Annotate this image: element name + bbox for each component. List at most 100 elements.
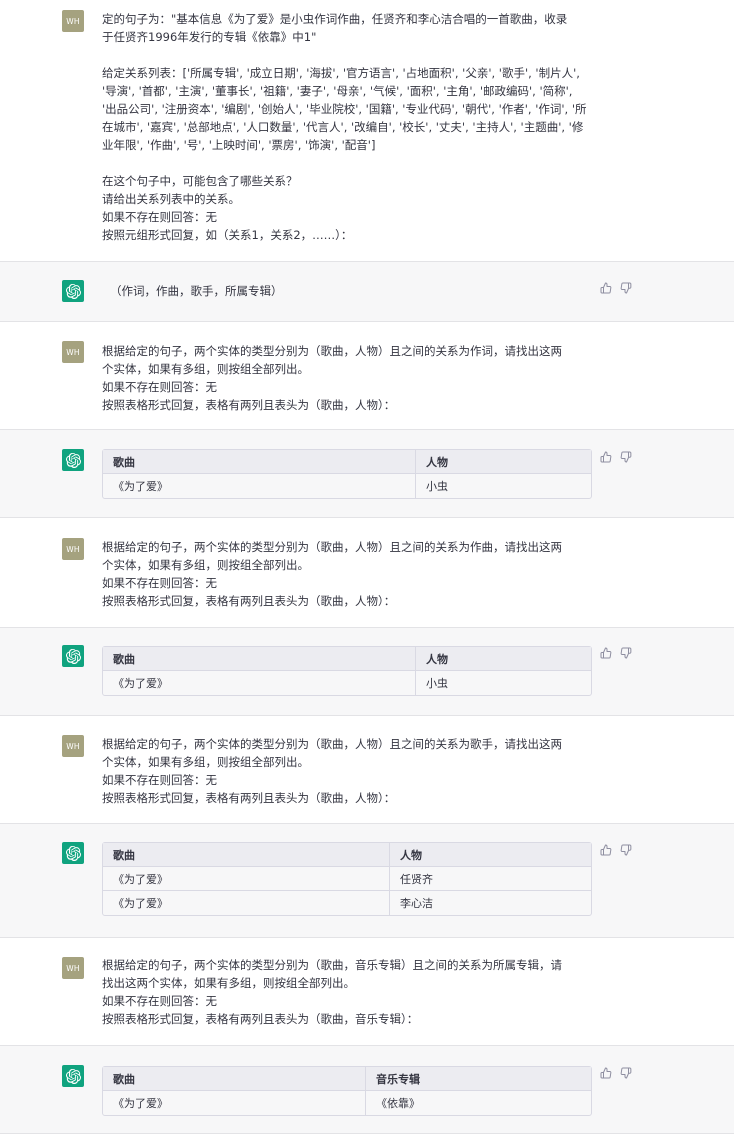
thumbs-up-icon[interactable] — [600, 844, 612, 858]
user-avatar: WH — [62, 957, 84, 979]
message-line: '出品公司', '注册资本', '编剧', '创始人', '毕业院校', '国籍… — [102, 102, 587, 116]
thumbs-down-icon[interactable] — [620, 451, 632, 465]
message-line: 按照元组形式回复，如（关系1，关系2，……）： — [102, 228, 353, 242]
table-header-cell: 歌曲 — [103, 843, 389, 867]
user-message-text: 根据给定的句子，两个实体的类型分别为（歌曲，人物）且之间的关系为作词，请找出这两… — [102, 342, 594, 414]
table-row: 《为了爱》 小虫 — [103, 671, 591, 695]
feedback-actions — [600, 647, 636, 661]
message-line: 按照表格形式回复，表格有两列且表头为（歌曲，音乐专辑）： — [102, 1012, 419, 1026]
table-row: 《为了爱》 小虫 — [103, 474, 591, 498]
table-header-cell: 音乐专辑 — [365, 1067, 591, 1091]
message-line: 个实体，如果有多组，则按组全部列出。 — [102, 558, 309, 572]
table-header-cell: 人物 — [415, 647, 591, 671]
thumbs-up-icon[interactable] — [600, 1067, 612, 1081]
feedback-actions — [600, 1067, 636, 1081]
message-line: 业年限', '作曲', '号', '上映时间', '票房', '饰演', '配音… — [102, 138, 376, 152]
message-line: 如果不存在则回答：无 — [102, 576, 217, 590]
table-cell: 《为了爱》 — [103, 867, 389, 891]
message-line: 如果不存在则回答：无 — [102, 994, 217, 1008]
openai-logo-icon — [62, 1065, 84, 1087]
result-table: 歌曲 人物《为了爱》 小虫 — [102, 646, 592, 696]
table-row: 《为了爱》 李心洁 — [103, 891, 591, 915]
thumbs-up-icon[interactable] — [600, 647, 612, 661]
feedback-actions — [600, 282, 636, 296]
table-header-cell: 人物 — [415, 450, 591, 474]
feedback-actions — [600, 844, 636, 858]
table-header-cell: 歌曲 — [103, 1067, 365, 1091]
user-avatar: WH — [62, 538, 84, 560]
result-table: 歌曲 音乐专辑《为了爱》 《依靠》 — [102, 1066, 592, 1116]
table-cell: 《为了爱》 — [113, 897, 168, 910]
table-cell: 小虫 — [415, 474, 591, 498]
message-line: 按照表格形式回复，表格有两列且表头为（歌曲，人物）： — [102, 398, 396, 412]
thumbs-down-icon[interactable] — [620, 844, 632, 858]
message-line: 个实体，如果有多组，则按组全部列出。 — [102, 755, 309, 769]
user-avatar-initials: WH — [66, 347, 80, 357]
assistant-message: （作词，作曲，歌手，所属专辑） — [0, 262, 734, 322]
assistant-message-text: （作词，作曲，歌手，所属专辑） — [110, 282, 602, 300]
message-line: （作词，作曲，歌手，所属专辑） — [110, 284, 283, 298]
table-row: 《为了爱》 《依靠》 — [103, 1091, 591, 1115]
result-table: 歌曲 人物《为了爱》 小虫 — [102, 449, 592, 499]
table-cell: 《为了爱》 — [113, 1097, 168, 1110]
thumbs-down-icon[interactable] — [620, 282, 632, 296]
message-line: 按照表格形式回复，表格有两列且表头为（歌曲，人物）： — [102, 791, 396, 805]
feedback-actions — [600, 451, 636, 465]
user-avatar-initials: WH — [66, 963, 80, 973]
message-line: 根据给定的句子，两个实体的类型分别为（歌曲，音乐专辑）且之间的关系为所属专辑，请 — [102, 958, 562, 972]
assistant-message: 歌曲 音乐专辑《为了爱》 《依靠》 — [0, 1046, 734, 1134]
user-avatar: WH — [62, 735, 84, 757]
message-line: 如果不存在则回答：无 — [102, 210, 217, 224]
user-message-text: 根据给定的句子，两个实体的类型分别为（歌曲，人物）且之间的关系为歌手，请找出这两… — [102, 735, 594, 807]
user-avatar-initials: WH — [66, 16, 80, 26]
table-header-row: 歌曲 人物 — [103, 843, 591, 867]
user-avatar-initials: WH — [66, 741, 80, 751]
table-header-cell: 人物 — [389, 843, 591, 867]
user-message: WH 根据给定的句子，两个实体的类型分别为（歌曲，人物）且之间的关系为作词，请找出… — [0, 322, 734, 430]
message-line: 如果不存在则回答：无 — [102, 773, 217, 787]
thumbs-up-icon[interactable] — [600, 282, 612, 296]
user-message-text: 根据给定的句子，两个实体的类型分别为（歌曲，人物）且之间的关系为作曲，请找出这两… — [102, 538, 594, 610]
message-line: 定的句子为："基本信息《为了爱》是小虫作词作曲，任贤齐和李心洁合唱的一首歌曲，收… — [102, 12, 568, 26]
table-cell: 任贤齐 — [389, 867, 591, 891]
table-cell: 李心洁 — [389, 891, 591, 915]
openai-logo-icon — [62, 280, 84, 302]
table-header-cell: 歌曲 — [103, 647, 415, 671]
message-line: 根据给定的句子，两个实体的类型分别为（歌曲，人物）且之间的关系为作词，请找出这两 — [102, 344, 562, 358]
result-table: 歌曲 人物 《为了爱》 任贤齐 《为了爱》 李心洁 — [102, 842, 592, 916]
message-line: 根据给定的句子，两个实体的类型分别为（歌曲，人物）且之间的关系为作曲，请找出这两 — [102, 540, 562, 554]
table-header-cell: 歌曲 — [103, 450, 415, 474]
message-line: 在城市', '嘉宾', '总部地点', '人口数量', '代言人', '改编自'… — [102, 120, 584, 134]
table-header-row: 歌曲 音乐专辑 — [103, 1067, 591, 1091]
user-avatar: WH — [62, 10, 84, 32]
user-message-text: 根据给定的句子，两个实体的类型分别为（歌曲，音乐专辑）且之间的关系为所属专辑，请… — [102, 956, 594, 1028]
table-cell: 《依靠》 — [365, 1091, 591, 1115]
table-header-row: 歌曲 人物 — [103, 647, 591, 671]
message-line: '导演', '首都', '主演', '董事长', '祖籍', '妻子', '母亲… — [102, 84, 573, 98]
user-message: WH 根据给定的句子，两个实体的类型分别为（歌曲，音乐专辑）且之间的关系为所属专辑… — [0, 938, 734, 1046]
table-cell: 《为了爱》 — [113, 677, 168, 690]
message-line: 给定关系列表：['所属专辑', '成立日期', '海拔', '官方语言', '占… — [102, 66, 580, 80]
message-line: 根据给定的句子，两个实体的类型分别为（歌曲，人物）且之间的关系为歌手，请找出这两 — [102, 737, 562, 751]
thumbs-down-icon[interactable] — [620, 647, 632, 661]
openai-logo-icon — [62, 449, 84, 471]
message-line: 找出这两个实体，如果有多组，则按组全部列出。 — [102, 976, 355, 990]
thumbs-up-icon[interactable] — [600, 451, 612, 465]
openai-logo-icon — [62, 842, 84, 864]
user-message: WH 定的句子为："基本信息《为了爱》是小虫作词作曲，任贤齐和李心洁合唱的一首歌曲… — [0, 0, 734, 262]
message-line: 个实体，如果有多组，则按组全部列出。 — [102, 362, 309, 376]
user-avatar-initials: WH — [66, 544, 80, 554]
table-cell: 小虫 — [415, 671, 591, 695]
message-line: 如果不存在则回答：无 — [102, 380, 217, 394]
thumbs-down-icon[interactable] — [620, 1067, 632, 1081]
message-line: 于任贤齐1996年发行的专辑《依靠》中1" — [102, 30, 317, 44]
openai-logo-icon — [62, 645, 84, 667]
table-cell: 《为了爱》 — [113, 480, 168, 493]
message-line: 按照表格形式回复，表格有两列且表头为（歌曲，人物）： — [102, 594, 396, 608]
message-line: 请给出关系列表中的关系。 — [102, 192, 240, 206]
user-avatar: WH — [62, 341, 84, 363]
user-message: WH 根据给定的句子，两个实体的类型分别为（歌曲，人物）且之间的关系为作曲，请找出… — [0, 518, 734, 628]
user-message-text: 定的句子为："基本信息《为了爱》是小虫作词作曲，任贤齐和李心洁合唱的一首歌曲，收… — [102, 10, 594, 244]
table-row: 《为了爱》 任贤齐 — [103, 867, 591, 891]
assistant-message: 歌曲 人物《为了爱》 小虫 — [0, 430, 734, 518]
